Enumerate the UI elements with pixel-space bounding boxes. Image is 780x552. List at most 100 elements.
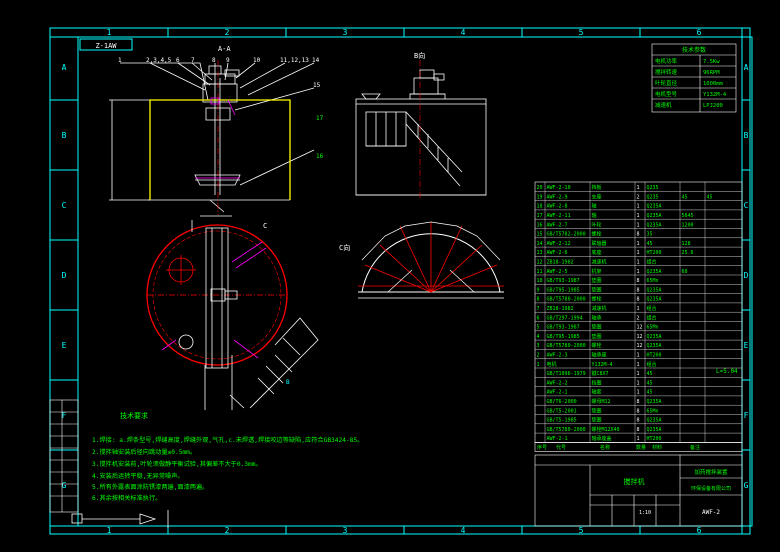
parts-cell: 机架 [592,268,602,275]
zone-left-B: B [62,131,67,140]
parts-cell: 14 [537,241,543,247]
parts-cell: 5645 [682,213,694,219]
parts-cell: 65Mn [647,408,659,414]
parts-cell: 8 [637,418,640,424]
parts-cell: HT200 [647,353,662,359]
parts-cell: 螺栓 [592,231,602,238]
title-name: 搅拌机 [624,477,645,486]
technical-requirements: 技术要求 1.焊接: a.焊条型号,焊缝高度,焊缝外观,气孔,c.未焊透,焊接咬… [92,411,363,502]
parts-cell: Q235A [647,287,662,293]
parts-cell: 1 [537,362,540,368]
spec-key-2: 搅拌转速 [655,68,678,76]
zone-left-C: C [62,201,67,210]
parts-cell: 6 [537,315,540,321]
parts-cell: 45 [707,194,713,200]
parts-cell: Q235A [647,334,662,340]
parts-cell: 1 [637,222,640,228]
parts-header-cell: 序号 [537,444,547,451]
parts-cell: 组合 [647,314,657,321]
spec-key-4: 电机型号 [655,90,678,98]
parts-cell: 45 [647,380,653,386]
parts-cell: 15 [537,232,543,238]
drawing-code-label: Z-1AW [95,42,117,50]
parts-header-cell: 名称 [600,444,610,451]
parts-cell: 13 [537,250,543,256]
zone-bottom-4: 4 [461,526,466,535]
zone-left-A: A [62,63,67,72]
parts-cell: 65Mn [647,278,659,284]
parts-cell: Q235A [647,399,662,405]
parts-cell: 8 [537,297,540,303]
parts-cell: 键C8X7 [592,370,609,377]
zone-right-B: B [744,131,749,140]
parts-cell: Q235A [647,427,662,433]
zone-bottom-3: 3 [343,526,348,535]
parts-cell: 1 [637,269,640,275]
parts-cell: Q235A [647,418,662,424]
parts-cell: 128 [682,241,691,247]
parts-cell: 4 [537,334,540,340]
parts-cell: HT200 [647,436,662,442]
parts-cell: 19 [537,194,543,200]
parts-cell: 18 [537,204,543,210]
view-b-marker: B [286,379,290,386]
spec-title: 技术参数 [682,46,706,54]
parts-header-cell: 代号 [556,444,566,451]
parts-cell: GB/T5-2001 [547,408,577,414]
zone-top-4: 4 [461,28,466,37]
parts-cell: 垫圈 [592,324,602,331]
spec-val-2: 96RPM [703,70,720,76]
parts-header-cell: 数量 [636,444,646,451]
parts-cell: 60 [682,269,688,275]
zone-right-A: A [744,63,749,72]
parts-header-cell: 材料 [652,444,662,451]
parts-cell: AWF-2-11 [547,213,571,219]
parts-cell: 轴承座 [592,352,607,359]
parts-cell: Q235A [647,213,662,219]
zone-right-E: E [744,341,749,350]
tech-req-2: 2.搅拌轴安装后径向跳动量≤0.5mm。 [92,448,196,456]
zone-top-5: 5 [579,28,584,37]
parts-cell: GB/T5780-2000 [547,297,586,303]
parts-cell: 17 [537,213,543,219]
parts-cell: AWF-2-7 [547,222,568,228]
zone-left-D: D [62,271,67,280]
spec-val-3: 1000mm [703,81,724,87]
parts-cell: 7 [537,306,540,312]
spec-val-4: Y132M-4 [703,92,727,98]
parts-header-cell: 备注 [690,444,700,451]
cad-drawing: 1 2 3 4 5 6 1 2 3 4 5 6 A B C D E F G A … [49,27,753,535]
parts-cell: GB/T95-1985 [547,334,580,340]
view-c-marker: C [263,222,267,230]
parts-cell: 螺母M12 [592,398,611,405]
parts-cell: HT200 [647,250,662,256]
parts-cell: GB/T93-1987 [547,278,580,284]
parts-cell: 底座 [592,249,602,256]
parts-cell: 45 [647,371,653,377]
spec-key-1: 电机功率 [655,57,678,65]
parts-cell: GB/T95-1985 [547,287,580,293]
leader-6: 6 [176,57,180,64]
parts-cell: 2 [537,353,540,359]
parts-note: L=5.04 [716,368,738,375]
parts-list: 20 AWF-2-10 挡板 1 Q23519 AWF-2-9 支座 2 Q235 45 4518 A… [534,181,743,452]
side-note-17: 17 [316,115,324,122]
parts-cell: GB/T1096-1979 [547,371,586,377]
side-note-16: 16 [316,153,324,160]
parts-cell: 垫圈 [592,333,602,340]
parts-cell: 垫圈 [592,407,602,414]
parts-cell: 1 [637,250,640,256]
parts-cell: 8 [637,232,640,238]
parts-cell: 轴承 [592,314,602,321]
title-drawing-name: 加药搅拌装置 [694,468,728,476]
zone-right-C: C [744,201,749,210]
parts-cell: 25.6 [682,250,694,256]
plan-view: C B [146,215,319,410]
parts-cell: 8 [637,408,640,414]
parts-cell: GB/T93-1987 [547,325,580,331]
parts-cell: 轴承座盖 [592,435,612,442]
title-company: 环保设备有限公司 [691,485,731,492]
spec-key-3: 叶轮直径 [655,79,678,87]
parts-cell: GB/T5-1985 [547,418,577,424]
parts-cell: 12 [637,343,643,349]
